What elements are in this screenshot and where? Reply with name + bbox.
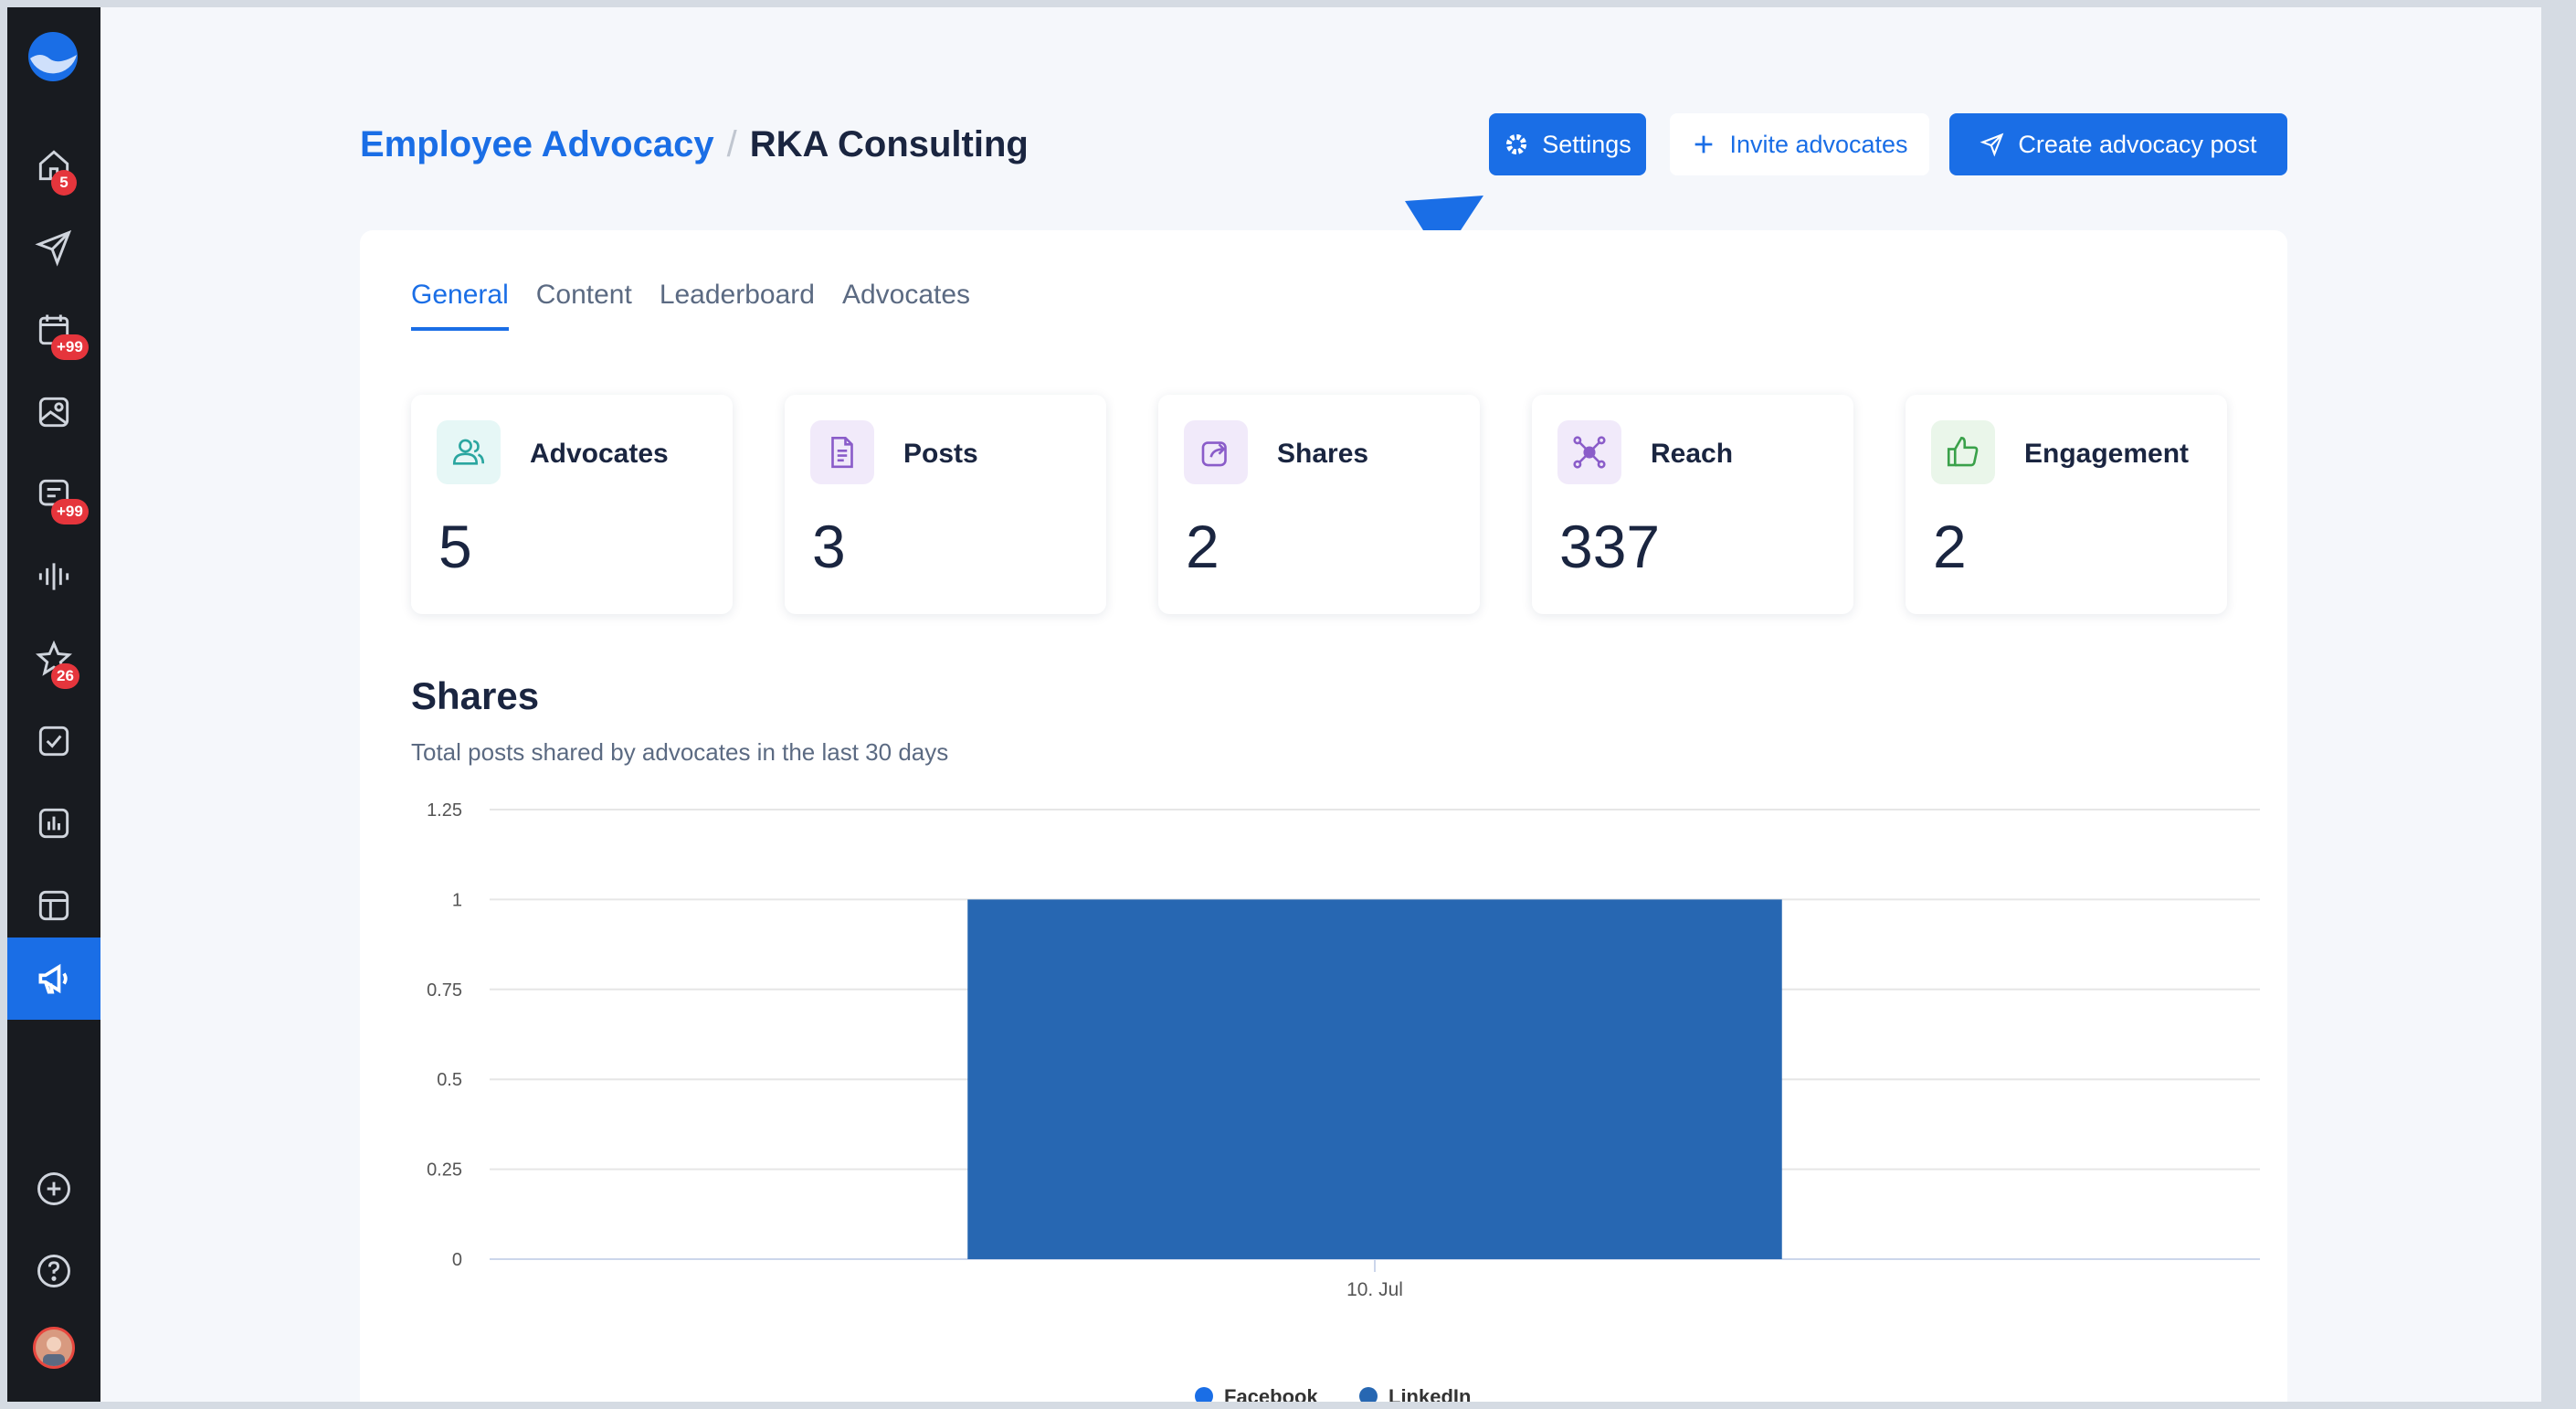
legend-label: Facebook: [1224, 1385, 1318, 1402]
invite-button-label: Invite advocates: [1729, 130, 1908, 158]
legend-marker: [1195, 1387, 1213, 1402]
stat-card-reach: Reach 337: [1532, 395, 1853, 614]
y-tick-label: 1.25: [427, 800, 462, 821]
stat-value: 2: [1933, 513, 1967, 580]
breadcrumb-parent[interactable]: Employee Advocacy: [360, 124, 714, 165]
shares-section-title: Shares: [411, 674, 540, 717]
y-tick-label: 0.25: [427, 1160, 462, 1181]
badge-calendar: +99: [51, 334, 89, 360]
listening-icon: [38, 563, 69, 590]
sidebar-item-home[interactable]: 5: [7, 124, 100, 207]
tab-leaderboard[interactable]: Leaderboard: [660, 280, 815, 331]
legend-marker: [1359, 1387, 1378, 1402]
sidebar-item-tasks[interactable]: [7, 700, 100, 782]
y-tick-label: 0: [452, 1250, 462, 1270]
sidebar-item-publish[interactable]: [7, 207, 100, 289]
y-tick-label: 0.5: [437, 1070, 462, 1090]
legend-label: LinkedIn: [1388, 1385, 1471, 1402]
settings-button-label: Settings: [1542, 130, 1631, 158]
stat-label: Shares: [1277, 439, 1369, 469]
sidebar-item-inbox[interactable]: +99: [7, 453, 100, 535]
sidebar-item-reviews[interactable]: 26: [7, 618, 100, 700]
tab-bar: General Content Leaderboard Advocates: [411, 280, 970, 331]
settings-button[interactable]: Settings: [1489, 113, 1646, 175]
y-tick-label: 1: [452, 890, 462, 910]
stat-card-advocates: Advocates 5: [411, 395, 733, 614]
stat-label: Reach: [1651, 439, 1734, 469]
megaphone-icon: [38, 963, 68, 994]
stat-label: Posts: [903, 439, 978, 469]
stat-card-shares: Shares 2: [1158, 395, 1480, 614]
breadcrumb: Employee Advocacy / RKA Consulting: [360, 124, 1029, 165]
app-window: 5 +99 +99 26 Employee Advocacy / RKA Con…: [7, 7, 2541, 1402]
document-icon: [810, 420, 874, 484]
thumbs-up-icon: [1931, 420, 1995, 484]
share-icon: [1184, 420, 1248, 484]
sidebar-item-advocacy[interactable]: [7, 938, 100, 1020]
badge-inbox: +99: [51, 499, 89, 524]
help-icon: [37, 1255, 70, 1287]
shares-section-subtitle: Total posts shared by advocates in the l…: [411, 738, 949, 766]
stat-value: 3: [812, 513, 846, 580]
stat-label: Engagement: [2024, 439, 2190, 469]
sidebar-item-reports[interactable]: [7, 782, 100, 864]
plus-icon: [1695, 135, 1713, 154]
stat-value: 2: [1186, 513, 1219, 580]
sidebar-item-listening[interactable]: [7, 535, 100, 618]
send-icon: [1980, 132, 2004, 157]
tasks-icon: [38, 726, 69, 757]
tab-content[interactable]: Content: [536, 280, 632, 331]
shares-bar-chart: 0 0.25 0.5 0.75 1 1.25 10. Jul Facebook LinkedIn: [427, 800, 2260, 1402]
content-card: General Content Leaderboard Advocates Ad…: [360, 230, 2287, 1402]
app-logo[interactable]: [27, 31, 79, 82]
users-icon: [437, 420, 501, 484]
sidebar-item-calendar[interactable]: +99: [7, 289, 100, 371]
sidebar-item-layout[interactable]: [7, 864, 100, 947]
breadcrumb-separator: /: [726, 124, 737, 164]
network-icon: [1557, 420, 1621, 484]
create-button-label: Create advocacy post: [2018, 130, 2257, 158]
stat-label: Advocates: [530, 439, 669, 469]
tab-advocates[interactable]: Advocates: [842, 280, 970, 331]
x-tick-label: 10. Jul: [1346, 1279, 1403, 1300]
sidebar-item-help[interactable]: [7, 1230, 100, 1312]
layout-icon: [38, 890, 69, 921]
y-tick-label: 0.75: [427, 980, 462, 1001]
create-advocacy-post-button[interactable]: Create advocacy post: [1949, 113, 2287, 175]
stat-card-posts: Posts 3: [785, 395, 1106, 614]
stat-value: 5: [438, 513, 472, 580]
invite-advocates-button[interactable]: Invite advocates: [1670, 113, 1929, 175]
sidebar-item-media[interactable]: [7, 371, 100, 453]
stat-card-engagement: Engagement 2: [1906, 395, 2227, 614]
sidebar: 5 +99 +99 26: [7, 7, 100, 1402]
stat-value: 337: [1559, 513, 1661, 580]
send-icon: [35, 229, 72, 267]
tab-general[interactable]: General: [411, 280, 509, 331]
gear-icon: [1506, 133, 1527, 155]
sidebar-item-add[interactable]: [7, 1148, 100, 1230]
user-avatar[interactable]: [33, 1327, 75, 1369]
bar-linkedin: [967, 899, 1782, 1259]
media-icon: [38, 397, 69, 428]
reports-icon: [38, 808, 69, 839]
page-title: RKA Consulting: [749, 124, 1029, 164]
add-icon: [37, 1172, 70, 1205]
badge-home: 5: [51, 170, 77, 196]
badge-reviews: 26: [51, 663, 79, 689]
